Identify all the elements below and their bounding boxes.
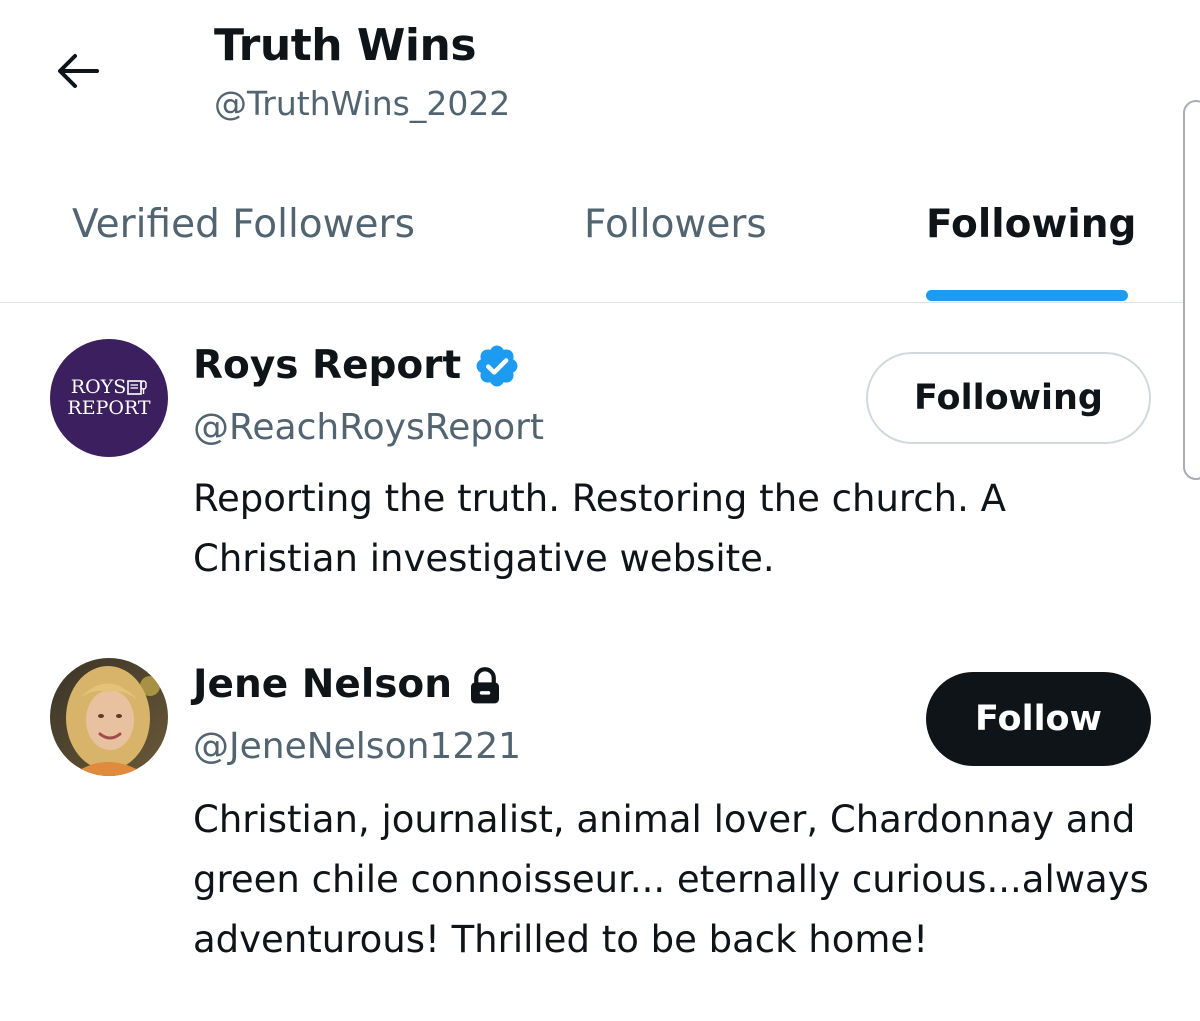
user-handle: @JeneNelson1221 — [193, 726, 522, 767]
user-name-text[interactable]: Roys Report — [193, 341, 461, 391]
tabs-divider — [0, 302, 1200, 303]
user-name-text[interactable]: Jene Nelson — [193, 660, 452, 710]
avatar-logo-line2: REPORT — [67, 397, 151, 419]
avatar-roys-report[interactable]: ROYS REPORT — [50, 339, 168, 457]
user-handle: @ReachRoysReport — [193, 407, 545, 448]
arrow-left-icon — [58, 54, 99, 88]
user-bio: Christian, journalist, animal lover, Cha… — [193, 798, 1149, 961]
scrollbar[interactable] — [1183, 100, 1200, 480]
user-name-roys-report[interactable]: Roys Report — [193, 341, 521, 391]
user-name-jene-nelson[interactable]: Jene Nelson — [193, 660, 506, 710]
follow-button[interactable]: Follow — [926, 672, 1151, 766]
verified-badge-icon — [473, 342, 521, 390]
microphone-newspaper-icon — [127, 379, 147, 395]
back-button[interactable] — [50, 44, 104, 98]
avatar-logo-line1: ROYS — [71, 377, 147, 398]
following-button[interactable]: Following — [866, 352, 1151, 444]
avatar-jene-nelson[interactable] — [50, 658, 168, 776]
page-title: Truth Wins — [214, 20, 477, 71]
tab-following[interactable]: Following — [926, 198, 1136, 252]
tab-followers[interactable]: Followers — [584, 198, 767, 252]
active-tab-indicator — [926, 290, 1128, 301]
profile-handle: @TruthWins_2022 — [214, 84, 511, 123]
lock-icon — [464, 664, 506, 706]
profile-photo — [50, 658, 168, 776]
user-bio: Reporting the truth. Restoring the churc… — [193, 477, 1006, 580]
tab-verified-followers[interactable]: Verified Followers — [72, 198, 415, 252]
